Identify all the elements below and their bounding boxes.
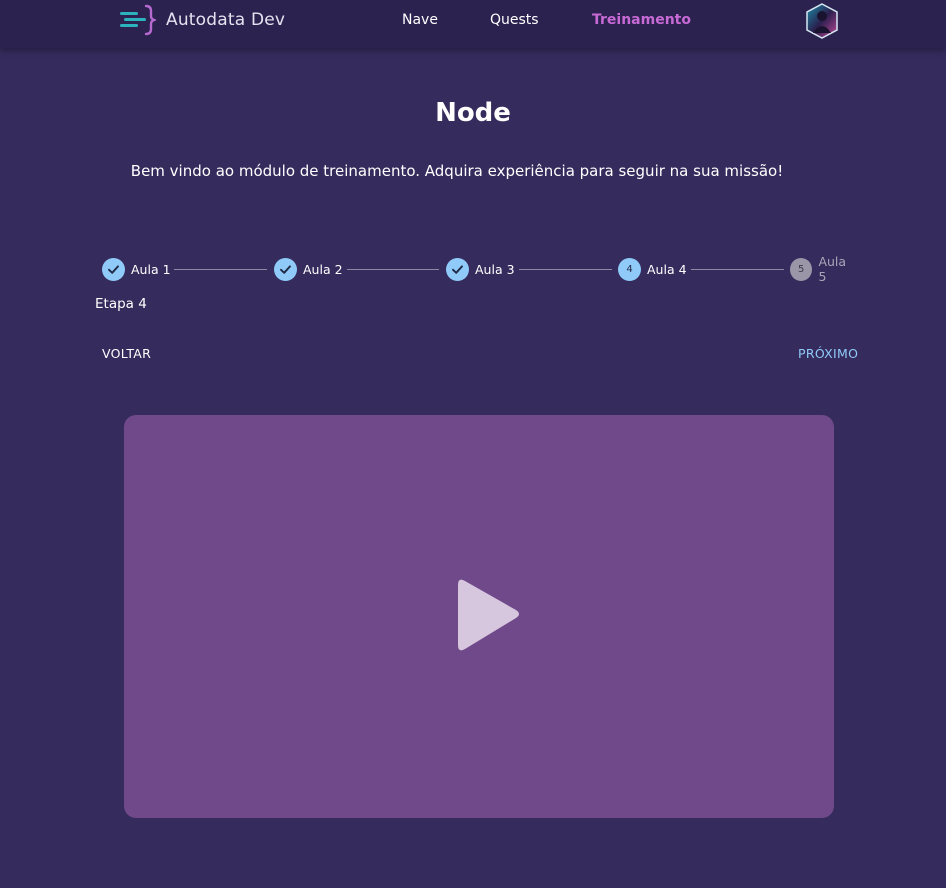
user-avatar[interactable] bbox=[805, 3, 839, 39]
step-number: 4 bbox=[618, 257, 641, 281]
step-connector bbox=[519, 269, 612, 270]
user-avatar-icon bbox=[806, 3, 838, 39]
step-aula-4[interactable]: 4 Aula 4 bbox=[618, 257, 687, 281]
page-subtitle: Bem vindo ao módulo de treinamento. Adqu… bbox=[130, 162, 784, 180]
step-connector bbox=[347, 269, 439, 270]
back-button[interactable]: VOLTAR bbox=[102, 346, 151, 361]
step-aula-2[interactable]: Aula 2 bbox=[274, 257, 343, 281]
step-connector bbox=[691, 269, 784, 270]
step-aula-5[interactable]: 5 Aula 5 bbox=[790, 254, 857, 284]
step-label: Aula 5 bbox=[818, 254, 847, 284]
step-aula-3[interactable]: Aula 3 bbox=[446, 257, 515, 281]
check-icon bbox=[280, 264, 291, 274]
nav-link-quests[interactable]: Quests bbox=[490, 12, 539, 28]
top-navbar: Autodata Dev Nave Quests Treinamento bbox=[0, 0, 946, 48]
play-icon[interactable] bbox=[452, 577, 522, 657]
brand-name: Autodata Dev bbox=[166, 10, 286, 30]
logo-icon bbox=[120, 4, 156, 36]
step-label: Aula 4 bbox=[647, 261, 687, 277]
check-icon bbox=[108, 264, 119, 274]
step-label: Aula 1 bbox=[131, 261, 171, 277]
step-caption: Etapa 4 bbox=[95, 296, 147, 312]
step-aula-1[interactable]: Aula 1 bbox=[102, 257, 171, 281]
step-label: Aula 2 bbox=[303, 261, 343, 277]
page-title: Node bbox=[435, 98, 511, 128]
check-icon bbox=[452, 264, 463, 274]
nav-link-treinamento[interactable]: Treinamento bbox=[592, 12, 691, 28]
nav-link-nave[interactable]: Nave bbox=[402, 12, 438, 28]
step-number: 5 bbox=[790, 257, 813, 281]
step-connector bbox=[174, 269, 267, 270]
step-label: Aula 3 bbox=[475, 261, 515, 277]
step-circle bbox=[446, 257, 469, 281]
lesson-stepper: Aula 1 Aula 2 Aula 3 4 Aula 4 5 Aula 5 bbox=[102, 254, 857, 284]
brand-logo[interactable]: Autodata Dev bbox=[118, 4, 285, 36]
next-button[interactable]: PRÓXIMO bbox=[798, 346, 858, 361]
step-circle bbox=[274, 257, 297, 281]
step-circle bbox=[102, 257, 125, 281]
